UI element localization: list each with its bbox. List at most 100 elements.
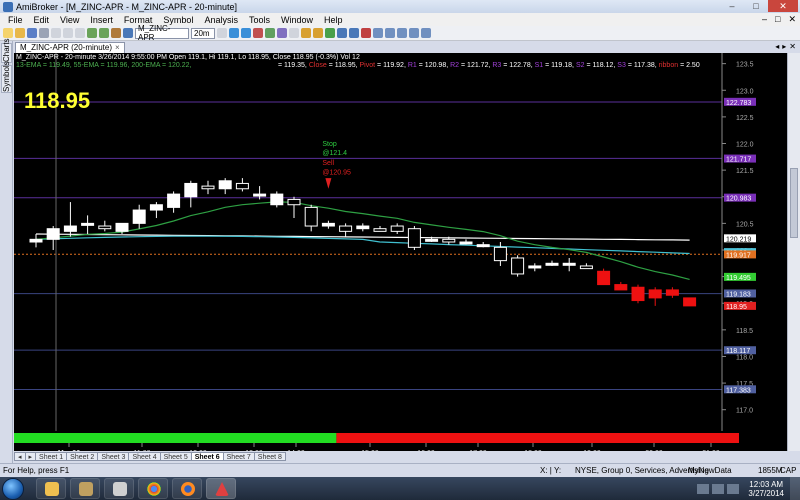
zoom-out-icon[interactable] [241,28,251,38]
chart-tab[interactable]: M_ZINC-APR (20-minute) × [15,42,125,53]
tab-scroll-right-icon[interactable]: ▸ [782,42,786,51]
menu-window[interactable]: Window [276,15,319,25]
tab-close-icon[interactable]: ✕ [789,42,796,51]
sheet-tab-5[interactable]: Sheet 5 [159,451,192,461]
menu-view[interactable]: View [55,15,85,25]
menu-help[interactable]: Help [319,15,349,25]
y-tick-label: 122.5 [736,115,754,122]
child-window-controls: – □ ✕ [762,14,796,25]
candle-body [407,228,421,248]
chart-pivot-info: = 119.35, Close = 118.95, Pivot = 119.92… [278,62,700,69]
firefox-icon [181,482,195,496]
drawing-icon[interactable] [313,28,323,38]
child-minimize-button[interactable]: – [762,14,767,25]
taskbar-chrome[interactable] [138,478,168,499]
sheet-tab-3[interactable]: Sheet 3 [97,451,130,461]
clock[interactable]: 12:03 AM 3/27/2014 [742,480,790,498]
child-restore-button[interactable]: □ [775,14,780,25]
scrollbar-thumb[interactable] [790,168,798,238]
price-label: 120.983 [726,196,751,203]
save-icon[interactable] [27,28,37,38]
sheet-tab-7[interactable]: Sheet 7 [222,451,255,461]
app-icon [113,482,127,496]
taskbar-app[interactable] [104,478,134,499]
cut-icon[interactable] [51,28,61,38]
copy-icon[interactable] [63,28,73,38]
maximize-button[interactable]: □ [744,0,768,12]
grid-icon[interactable] [397,28,407,38]
chart-tab-nav: ◂ ▸ ✕ [775,42,796,51]
paste-icon[interactable] [75,28,85,38]
candle-body [81,222,95,226]
forward-icon[interactable] [99,28,109,38]
menu-bar: File Edit View Insert Format Symbol Anal… [0,13,800,26]
minimize-button[interactable]: – [720,0,744,12]
draw-tool-icon[interactable] [301,28,311,38]
tab-symbols[interactable]: Symbols [1,61,12,93]
chart-canvas[interactable]: Stop@121.4Sell@120.95117.0117.5118.0118.… [14,53,787,461]
crosshair-icon[interactable] [289,28,299,38]
stop-icon[interactable] [361,28,371,38]
taskbar-firefox[interactable] [172,478,202,499]
explore-icon[interactable] [337,28,347,38]
network-icon[interactable] [697,483,710,494]
print-icon[interactable] [39,28,49,38]
volume-icon[interactable] [712,483,725,494]
sheet-tab-4[interactable]: Sheet 4 [128,451,161,461]
menu-tools[interactable]: Tools [244,15,276,25]
open-icon[interactable] [15,28,25,38]
scan-icon[interactable] [349,28,359,38]
interval-combo[interactable]: 20m [191,27,215,39]
price-label: 121.717 [726,157,751,164]
chart-tab-close-icon[interactable]: × [115,43,120,53]
close-button[interactable]: ✕ [768,0,798,12]
s3-value: = 117.38, [627,62,657,69]
chart-settings-icon[interactable] [409,28,419,38]
sheet-tab-2[interactable]: Sheet 2 [66,451,99,461]
sheet-tab-8[interactable]: Sheet 8 [253,451,286,461]
symbol-combo[interactable]: M_ZINC-APR [135,24,189,42]
line-chart-icon[interactable] [277,28,287,38]
candle-body [425,238,439,242]
y-tick-label: 123.0 [736,88,754,95]
menu-analysis[interactable]: Analysis [199,15,244,25]
start-button[interactable] [2,478,24,500]
tab-charts[interactable]: Charts [1,38,12,63]
vertical-scrollbar[interactable] [787,53,800,461]
symbol-lookup-icon[interactable] [123,28,133,38]
candle-body [665,289,679,296]
analysis-icon[interactable] [325,28,335,38]
s1-value: = 119.18, [545,62,574,69]
taskbar-amibroker[interactable] [206,478,236,499]
candle-body [63,225,77,232]
interval-down-icon[interactable] [217,28,227,38]
zoom-in-icon[interactable] [229,28,239,38]
layout-icon[interactable] [373,28,383,38]
tab-scroll-left-icon[interactable]: ◂ [775,42,779,51]
options-icon[interactable] [421,28,431,38]
candle-body [98,225,112,230]
back-icon[interactable] [87,28,97,38]
bar-chart-icon[interactable] [253,28,263,38]
candle-body [235,182,249,190]
menu-symbol[interactable]: Symbol [158,15,199,25]
sheet-tab-1[interactable]: Sheet 1 [35,451,68,461]
menu-insert[interactable]: Insert [85,15,119,25]
ribbon-red [336,433,739,443]
candle-chart-icon[interactable] [265,28,275,38]
menu-file[interactable]: File [3,15,29,25]
menu-format[interactable]: Format [119,15,159,25]
menu-edit[interactable]: Edit [29,15,56,25]
child-close-button[interactable]: ✕ [788,14,796,25]
candle-body [476,244,490,248]
taskbar-explorer[interactable] [36,478,66,499]
window-icon[interactable] [385,28,395,38]
show-desktop-button[interactable] [790,477,800,500]
system-tray: 12:03 AM 3/27/2014 [697,477,800,500]
taskbar-winamp[interactable] [70,478,100,499]
sheet-tab-6[interactable]: Sheet 6 [190,451,224,461]
edit-formula-icon[interactable] [111,28,121,38]
flag-icon[interactable] [727,483,740,494]
new-icon[interactable] [3,28,13,38]
price-chart[interactable]: Stop @121.4 Sell @120.95 117.0 117.5 118.0 118.… [14,53,787,461]
